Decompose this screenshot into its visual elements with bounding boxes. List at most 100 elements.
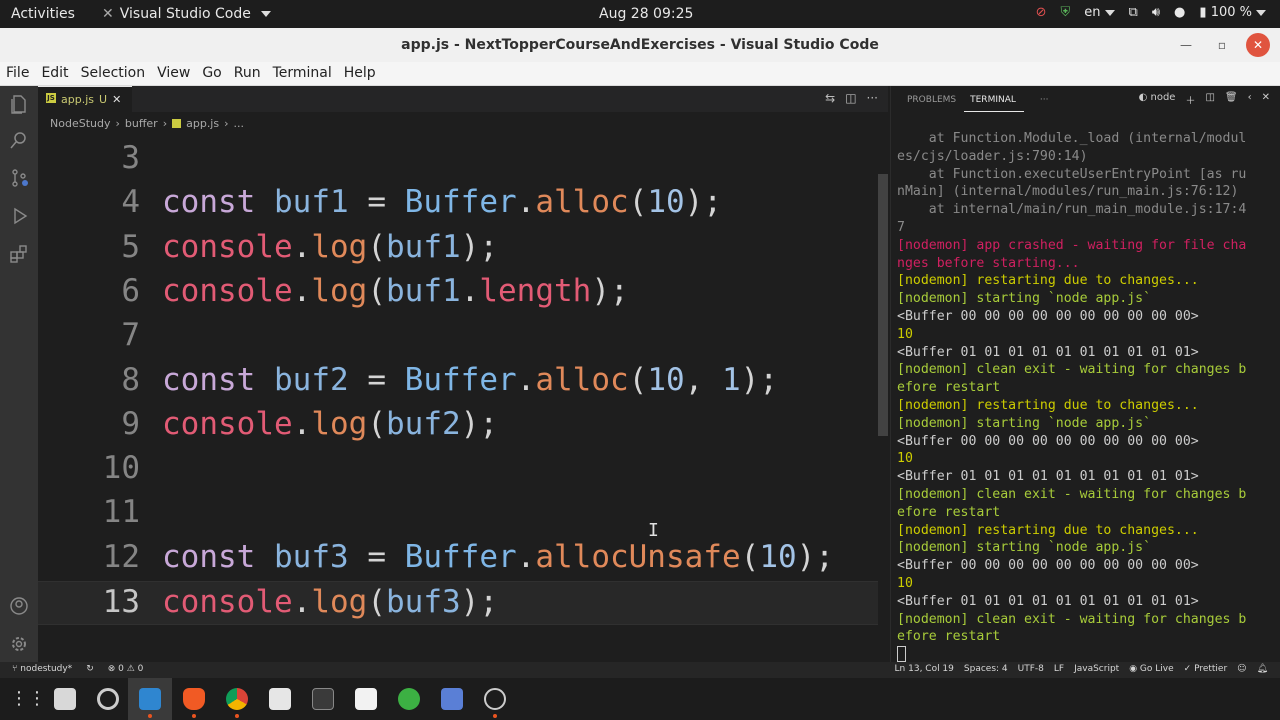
search-icon[interactable] xyxy=(9,130,29,150)
maximize-icon[interactable]: ▫ xyxy=(1210,33,1234,57)
tab-close-icon[interactable]: ✕ xyxy=(112,93,121,112)
whatsapp-icon[interactable] xyxy=(398,688,420,710)
go-live-button[interactable]: ◉ Go Live xyxy=(1129,664,1173,674)
code-line[interactable]: 9 console.log(buf2); xyxy=(38,404,878,448)
running-indicator xyxy=(148,714,152,718)
account-icon[interactable] xyxy=(9,596,29,616)
code-line[interactable]: 11 xyxy=(38,492,878,536)
update-icon[interactable]: ⊘ xyxy=(1036,5,1047,20)
window-controls: — ▫ ✕ xyxy=(1174,33,1270,57)
panel-more-icon[interactable]: ··· xyxy=(1024,86,1057,112)
clock[interactable]: Aug 28 09:25 xyxy=(599,6,693,22)
chevron-left-icon[interactable]: ‹ xyxy=(1248,92,1252,107)
run-debug-icon[interactable] xyxy=(9,206,29,226)
running-indicator xyxy=(192,714,196,718)
explorer-icon[interactable] xyxy=(9,94,29,114)
problems-counter[interactable]: ⊗ 0 ⚠ 0 xyxy=(108,664,144,674)
settings-icon[interactable] xyxy=(97,688,119,710)
terminal-shell-selector[interactable]: ◐ node xyxy=(1139,92,1176,107)
code-line[interactable]: 12 const buf3 = Buffer.allocUnsafe(10); xyxy=(38,537,878,581)
more-actions-icon[interactable]: ··· xyxy=(867,91,878,105)
code-token: . xyxy=(292,228,312,265)
code-token: . xyxy=(292,405,312,442)
compare-icon[interactable]: ⇆ xyxy=(825,91,835,105)
language-indicator[interactable]: en xyxy=(1084,5,1115,20)
breadcrumb-item[interactable]: app.js xyxy=(186,117,219,134)
tab-app-js[interactable]: JS app.js U ✕ xyxy=(38,86,132,112)
terminal-output[interactable]: at Function.Module._load (internal/modul… xyxy=(897,130,1272,664)
source-control-icon[interactable] xyxy=(9,168,29,188)
files-icon[interactable] xyxy=(54,688,76,710)
tab-terminal[interactable]: TERMINAL xyxy=(964,86,1024,112)
line-number: 3 xyxy=(121,140,140,176)
cursor-position[interactable]: Ln 13, Col 19 xyxy=(895,664,954,674)
code-line[interactable]: 4 const buf1 = Buffer.alloc(10); xyxy=(38,182,878,226)
encoding[interactable]: UTF-8 xyxy=(1018,664,1044,674)
battery-indicator[interactable]: ▮ 100 % xyxy=(1199,5,1266,20)
menu-help[interactable]: Help xyxy=(338,62,382,85)
shield-icon[interactable]: ⛨ xyxy=(1061,5,1071,20)
terminal-line: [nodemon] restarting due to changes... xyxy=(897,522,1199,538)
network-icon[interactable]: ⧉ xyxy=(1129,5,1138,20)
code-text: const buf3 = Buffer.allocUnsafe(10); xyxy=(162,539,834,575)
app-menu[interactable]: ✕ Visual Studio Code xyxy=(102,6,271,22)
close-icon[interactable]: ✕ xyxy=(1246,33,1270,57)
end-of-line[interactable]: LF xyxy=(1054,664,1064,674)
microphone-icon[interactable]: ● xyxy=(1174,5,1185,20)
menu-go[interactable]: Go xyxy=(196,62,227,85)
breadcrumb-item[interactable]: buffer xyxy=(125,117,158,134)
manage-gear-icon[interactable] xyxy=(9,634,29,654)
volume-icon[interactable]: 🔊︎ xyxy=(1152,5,1160,20)
terminal-icon[interactable] xyxy=(312,688,334,710)
notifications-icon[interactable]: 🔔︎ xyxy=(1257,664,1268,674)
breadcrumb-item[interactable]: NodeStudy xyxy=(50,117,110,134)
chrome-icon[interactable] xyxy=(226,688,248,710)
extensions-icon[interactable] xyxy=(9,244,29,264)
indentation[interactable]: Spaces: 4 xyxy=(964,664,1008,674)
tab-problems[interactable]: PROBLEMS xyxy=(891,86,964,112)
code-token: const xyxy=(162,538,256,575)
document-icon[interactable] xyxy=(441,688,463,710)
line-number: 7 xyxy=(121,317,140,354)
sync-icon[interactable]: ↻ xyxy=(86,664,94,674)
code-line[interactable]: 3 xyxy=(38,138,878,182)
breadcrumb-item[interactable]: ... xyxy=(234,117,245,134)
feedback-icon[interactable]: ☺ xyxy=(1237,664,1246,674)
code-token: ); xyxy=(740,361,778,398)
show-apps-grid-icon[interactable]: ⋮⋮ xyxy=(10,688,46,710)
chevron-right-icon: › xyxy=(115,117,120,130)
code-line[interactable]: 7 xyxy=(38,315,878,359)
document-viewer-icon[interactable] xyxy=(269,688,291,710)
activities-button[interactable]: Activities xyxy=(11,6,75,22)
text-editor-icon[interactable] xyxy=(355,688,377,710)
code-line[interactable]: 8 const buf2 = Buffer.alloc(10, 1); xyxy=(38,360,878,404)
language-mode[interactable]: JavaScript xyxy=(1074,664,1119,674)
code-line[interactable]: 13 console.log(buf3); xyxy=(38,581,878,625)
brave-browser-icon[interactable] xyxy=(183,688,205,710)
code-line[interactable]: 10 xyxy=(38,448,878,492)
menu-run[interactable]: Run xyxy=(228,62,267,85)
menu-selection[interactable]: Selection xyxy=(75,62,152,85)
git-branch[interactable]: ⑂ nodestudy* xyxy=(12,664,72,674)
terminal-line: [nodemon] clean exit - waiting for chang… xyxy=(897,486,1247,502)
menu-edit[interactable]: Edit xyxy=(35,62,74,85)
obs-icon[interactable] xyxy=(484,688,506,710)
vscode-icon[interactable] xyxy=(139,688,161,710)
trash-icon[interactable]: 🗑︎ xyxy=(1225,92,1238,107)
code-line[interactable]: 6 console.log(buf1.length); xyxy=(38,271,878,315)
editor-scrollbar[interactable] xyxy=(878,174,888,436)
split-editor-icon[interactable]: ◫ xyxy=(845,91,856,105)
terminal-line: efore restart xyxy=(897,629,1001,645)
split-terminal-icon[interactable]: ◫ xyxy=(1205,92,1214,107)
system-tray[interactable]: ⊘ ⛨ en ⧉ 🔊︎ ● ▮ 100 % xyxy=(1036,5,1266,20)
code-token: ( xyxy=(367,405,386,442)
close-panel-icon[interactable]: ✕ xyxy=(1262,92,1270,107)
minimize-icon[interactable]: — xyxy=(1174,33,1198,57)
menu-view[interactable]: View xyxy=(151,62,196,85)
menu-terminal[interactable]: Terminal xyxy=(267,62,338,85)
code-line[interactable]: 5 console.log(buf1); xyxy=(38,227,878,271)
new-terminal-icon[interactable]: ＋ xyxy=(1185,92,1195,107)
prettier-button[interactable]: ✓ Prettier xyxy=(1184,664,1228,674)
menu-file[interactable]: File xyxy=(0,62,35,85)
